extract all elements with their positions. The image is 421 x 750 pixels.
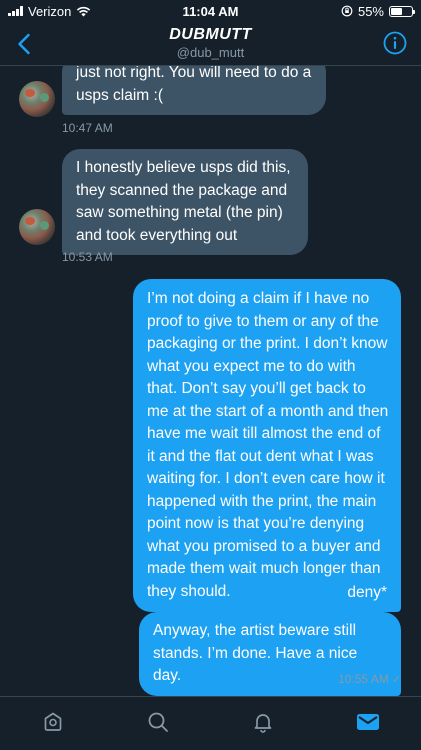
message-list[interactable]: just not right. You will need to do a us… [0, 66, 421, 696]
search-icon [148, 712, 168, 732]
battery-fill [391, 7, 402, 15]
message-time: 10:55 AM [338, 672, 389, 686]
message-text: Anyway, the artist beware still stands. … [153, 622, 358, 684]
carrier-label: Verizon [28, 3, 72, 19]
status-left: Verizon [8, 4, 91, 19]
bell-icon [254, 713, 272, 733]
orientation-lock-icon [341, 5, 353, 17]
message-bubble-received[interactable]: just not right. You will need to do a us… [62, 66, 326, 115]
info-button[interactable] [383, 31, 407, 55]
conversation-header: DUBMUTT @dub_mutt [0, 22, 421, 66]
tab-search[interactable] [138, 702, 178, 742]
message-text: I honestly believe usps did this, they s… [76, 159, 291, 244]
message-timestamp: 10:53 AM [62, 250, 113, 264]
status-bar: Verizon 11:04 AM 55% [0, 0, 421, 22]
tab-messages[interactable] [348, 702, 388, 742]
battery-percent: 55% [357, 3, 384, 19]
avatar[interactable] [19, 81, 55, 117]
info-icon [383, 31, 407, 55]
status-right: 55% [341, 3, 415, 19]
tab-home[interactable] [33, 702, 73, 742]
envelope-icon [357, 713, 380, 730]
message-bubble-received[interactable]: I honestly believe usps did this, they s… [62, 149, 308, 255]
tab-bar [0, 696, 421, 750]
tab-notifications[interactable] [243, 702, 283, 742]
wifi-icon [77, 6, 91, 16]
message-text: deny* [347, 584, 387, 601]
message-text: I’m not doing a claim if I have no proof… [147, 290, 389, 600]
battery-icon [389, 5, 415, 17]
conversation-handle: @dub_mutt [176, 45, 245, 60]
avatar[interactable] [19, 209, 55, 245]
message-text: just not right. You will need to do a us… [76, 66, 312, 104]
conversation-title: DUBMUTT [169, 26, 252, 43]
signal-icon [8, 6, 23, 16]
message-timestamp: 10:47 AM [62, 121, 113, 135]
status-time: 11:04 AM [182, 3, 239, 19]
home-icon [44, 712, 61, 731]
message-bubble-sent[interactable]: deny* [333, 576, 401, 611]
read-check-icon: ✓ [391, 674, 401, 686]
message-timestamp: 10:55 AM ✓ [338, 672, 401, 686]
message-bubble-sent[interactable]: I’m not doing a claim if I have no proof… [133, 279, 401, 612]
